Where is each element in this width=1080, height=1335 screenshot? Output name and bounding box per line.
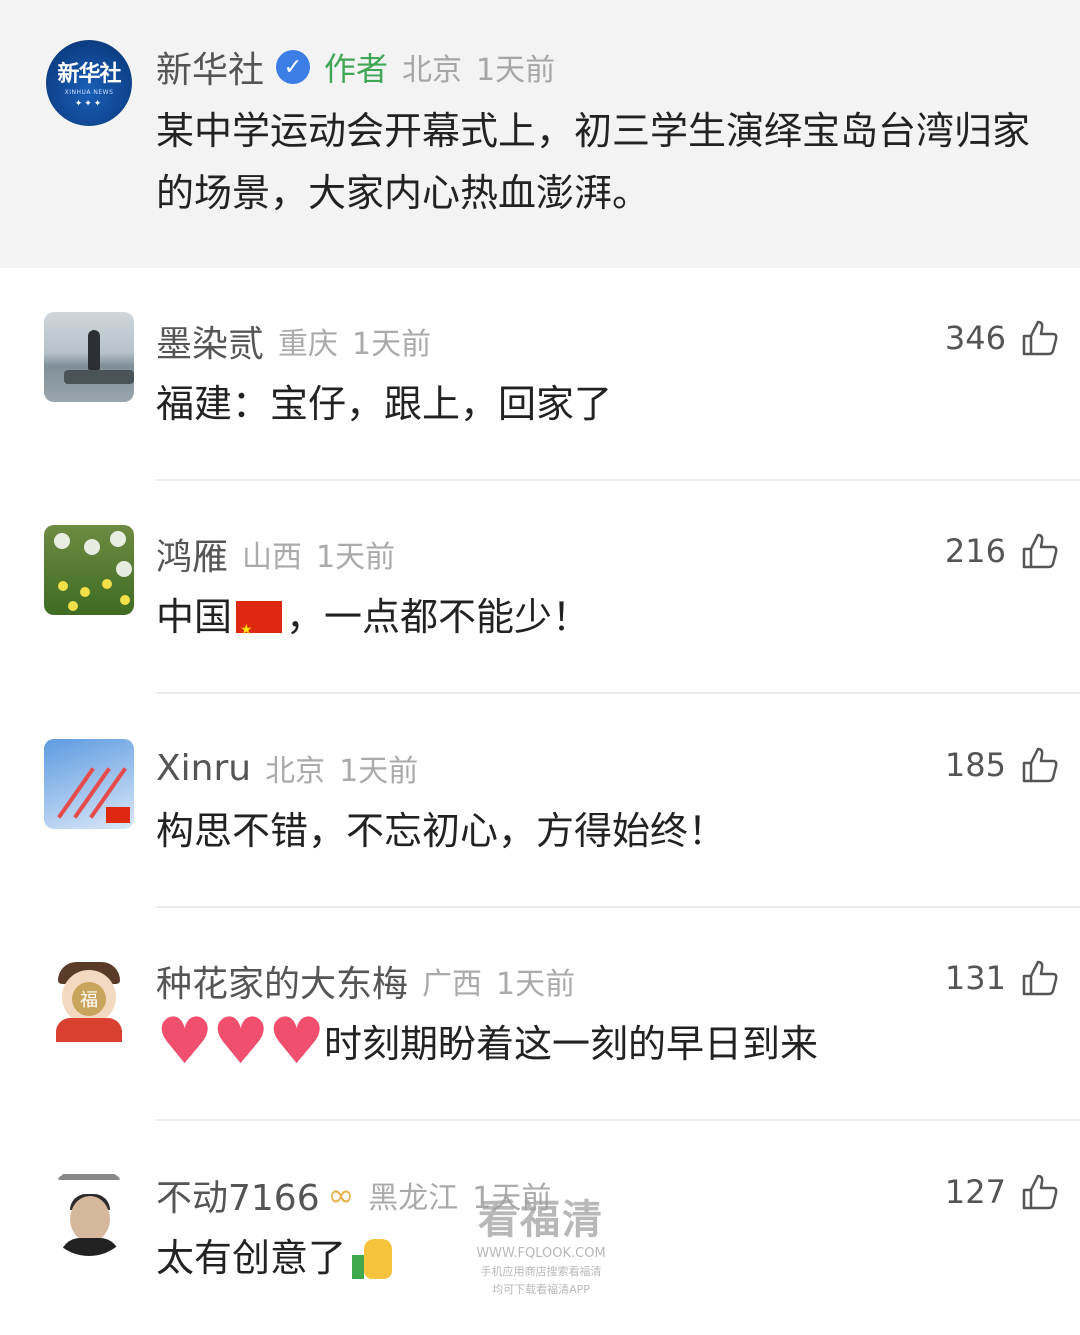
comment-location: 广西 (422, 967, 483, 1002)
comment-text-body: 太有创意了 (156, 1236, 347, 1280)
like-count: 346 (944, 319, 1006, 357)
post-text: 某中学运动会开幕式上，初三学生演绎宝岛台湾归家的场景，大家内心热血澎湃。 (156, 109, 1031, 215)
comment-location: 黑龙江 (368, 1181, 459, 1216)
user-avatar[interactable] (44, 1166, 134, 1256)
like-count: 131 (944, 959, 1006, 997)
comment-time: 1天前 (352, 327, 432, 362)
infinity-badge-icon: ∞ (327, 1176, 355, 1214)
comment-time: 1天前 (496, 967, 576, 1002)
comment-text: 时刻期盼着这一刻的早日到来 (156, 1010, 819, 1074)
comment-text: 构思不错，不忘初心，方得始终！ (156, 809, 727, 853)
comment-text-end: ，一点都不能少！ (286, 595, 591, 639)
like-button[interactable]: 346 (945, 318, 1060, 358)
thumbs-up-emoji-icon (348, 1233, 398, 1283)
heart-icon (156, 1010, 213, 1074)
comment-meta: 不动7166 ∞ 黑龙江 1天前 (156, 1170, 551, 1220)
comment-location: 北京 (265, 754, 326, 789)
comment-text: 中国 ，一点都不能少！ (156, 589, 591, 658)
post-meta: 新华社 ✓ 作者 北京 1天前 (156, 42, 555, 92)
xinhua-avatar[interactable]: 新华社 XINHUA NEWS ✦✦✦ (46, 40, 132, 126)
like-button[interactable]: 127 (945, 1172, 1060, 1212)
comment-text-body: 时刻期盼着这一刻的早日到来 (324, 1022, 819, 1066)
author-badge: 作者 (324, 50, 389, 88)
stars-icon: ✦✦✦ (74, 98, 104, 109)
user-avatar[interactable] (44, 739, 134, 829)
comment-author[interactable]: 种花家的大东梅 (156, 955, 408, 1007)
comment-author[interactable]: Xinru (156, 748, 251, 789)
comment-item: 福 种花家的大东梅 广西 1天前 131 时刻期盼着这一刻的早日到来 (0, 908, 1080, 1121)
comment-time: 1天前 (316, 540, 396, 575)
verified-icon: ✓ (276, 50, 311, 84)
thumbs-up-icon (1022, 747, 1058, 783)
comment-location: 重庆 (278, 327, 339, 362)
comment-divider (156, 692, 1080, 694)
like-button[interactable]: 185 (945, 745, 1060, 785)
user-avatar[interactable]: 福 (44, 952, 134, 1042)
post-location: 北京 (402, 53, 463, 88)
comment-item: Xinru 北京 1天前 185 构思不错，不忘初心，方得始终！ (0, 695, 1080, 908)
user-avatar[interactable] (44, 312, 134, 402)
avatar-logo-text: 新华社 (57, 61, 121, 87)
thumbs-up-icon (1022, 960, 1058, 996)
comment-meta: Xinru 北京 1天前 (156, 743, 418, 793)
comment-text: 福建：宝仔，跟上，回家了 (156, 382, 613, 426)
comment-author[interactable]: 不动7166 (156, 1169, 320, 1221)
like-button[interactable]: 131 (945, 958, 1060, 998)
comment-text-start: 中国 (156, 595, 233, 639)
comment-meta: 墨染贰 重庆 1天前 (156, 316, 431, 366)
comment-author[interactable]: 鸿雁 (156, 528, 228, 580)
comment-author[interactable]: 墨染贰 (156, 315, 264, 367)
user-avatar[interactable] (44, 525, 134, 615)
comment-text: 太有创意了 (156, 1230, 398, 1286)
like-count: 127 (944, 1173, 1006, 1211)
thumbs-up-icon (1022, 533, 1058, 569)
comment-item: 墨染贰 重庆 1天前 346 福建：宝仔，跟上，回家了 (0, 268, 1080, 481)
like-button[interactable]: 216 (945, 531, 1060, 571)
thumbs-up-icon (1022, 1174, 1058, 1210)
like-count: 216 (944, 532, 1006, 570)
avatar-logo-subtext: XINHUA NEWS (64, 88, 114, 96)
thumbs-up-icon (1022, 320, 1058, 356)
comment-time: 1天前 (472, 1181, 552, 1216)
original-post: 新华社 XINHUA NEWS ✦✦✦ 新华社 ✓ 作者 北京 1天前 某中学运… (0, 0, 1080, 268)
comment-item: 鸿雁 山西 1天前 216 中国 ，一点都不能少！ (0, 481, 1080, 694)
heart-icon (268, 1010, 325, 1074)
comment-time: 1天前 (339, 754, 419, 789)
comment-location: 山西 (242, 540, 303, 575)
comment-meta: 鸿雁 山西 1天前 (156, 529, 395, 579)
heart-icon (212, 1010, 269, 1074)
china-flag-icon (236, 601, 283, 658)
post-author-name[interactable]: 新华社 (156, 41, 264, 93)
comment-item: 不动7166 ∞ 黑龙江 1天前 127 太有创意了 (0, 1122, 1080, 1335)
avatar-fu-glyph: 福 (72, 982, 106, 1016)
like-count: 185 (944, 746, 1006, 784)
post-time: 1天前 (476, 53, 556, 88)
comment-meta: 种花家的大东梅 广西 1天前 (156, 956, 575, 1006)
comment-divider (156, 1119, 1080, 1121)
